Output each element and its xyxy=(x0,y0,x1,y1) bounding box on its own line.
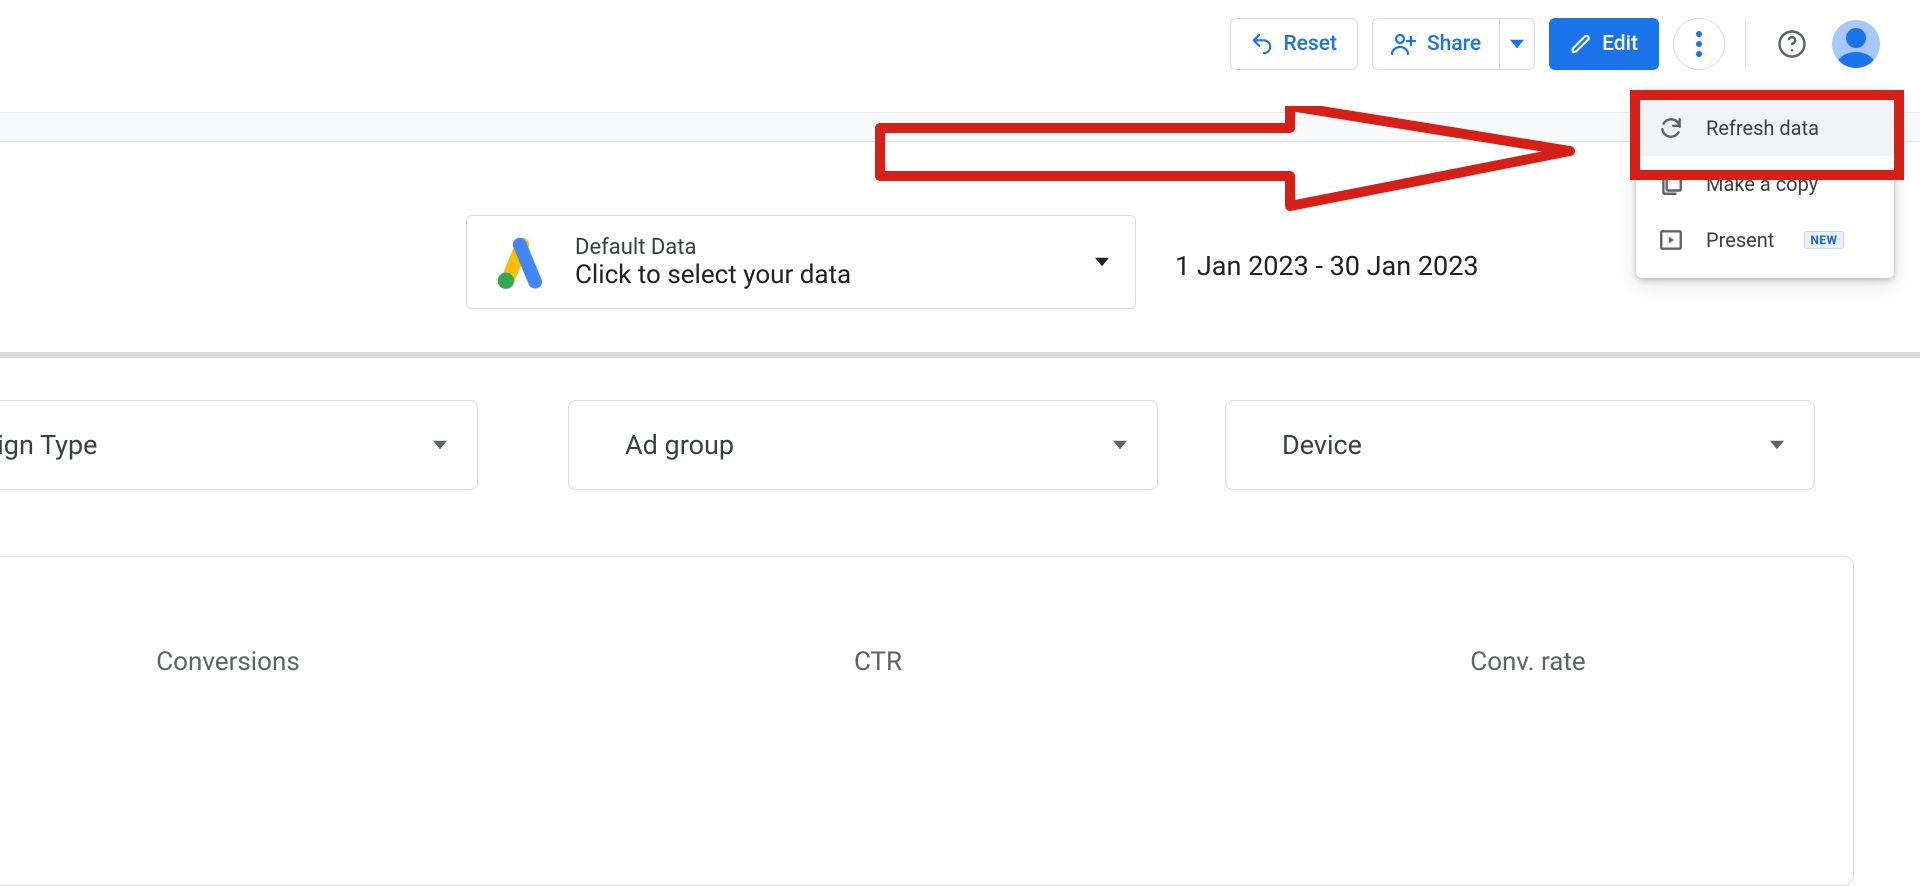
scorecard-container: Conversions CTR Conv. rate xyxy=(0,556,1854,886)
share-dropdown-button[interactable] xyxy=(1499,19,1534,69)
chevron-down-icon xyxy=(1095,257,1109,267)
account-avatar[interactable] xyxy=(1832,20,1880,68)
menu-item-label: Make a copy xyxy=(1706,172,1818,196)
filter-label: ampaign Type xyxy=(0,429,97,461)
menu-item-label: Present xyxy=(1706,228,1774,252)
scorecard-title: Conversions xyxy=(156,647,299,677)
filter-campaign-type[interactable]: ampaign Type xyxy=(0,400,478,490)
scorecard-title: CTR xyxy=(854,647,902,677)
reset-label: Reset xyxy=(1283,32,1337,56)
filter-ad-group[interactable]: Ad group xyxy=(568,400,1158,490)
date-range-label: 1 Jan 2023 - 30 Jan 2023 xyxy=(1175,250,1479,282)
edit-button[interactable]: Edit xyxy=(1549,18,1659,70)
chevron-down-icon xyxy=(1113,440,1127,450)
divider xyxy=(1745,22,1746,66)
present-icon xyxy=(1658,227,1684,253)
undo-icon xyxy=(1251,33,1273,55)
more-options-menu: Refresh data Make a copy Present NEW xyxy=(1636,90,1894,278)
divider-bar xyxy=(0,352,1920,358)
filter-label: Device xyxy=(1282,429,1362,461)
scorecard-ctr: CTR xyxy=(553,557,1203,885)
chevron-down-icon xyxy=(1770,440,1784,450)
data-source-title: Default Data xyxy=(575,235,1069,260)
person-add-icon xyxy=(1391,33,1417,55)
top-toolbar: Reset Share Edit xyxy=(1230,15,1880,73)
menu-item-label: Refresh data xyxy=(1706,116,1819,140)
menu-item-present[interactable]: Present NEW xyxy=(1636,212,1894,268)
share-button[interactable]: Share xyxy=(1373,19,1499,69)
menu-item-make-copy[interactable]: Make a copy xyxy=(1636,156,1894,212)
share-label: Share xyxy=(1427,32,1481,56)
google-ads-icon xyxy=(493,234,549,290)
help-icon xyxy=(1777,29,1807,59)
copy-icon xyxy=(1658,171,1684,197)
chevron-down-icon xyxy=(433,440,447,450)
filter-label: Ad group xyxy=(625,429,734,461)
menu-item-refresh-data[interactable]: Refresh data xyxy=(1636,100,1894,156)
scorecard-conv-rate: Conv. rate xyxy=(1203,557,1853,885)
tab-strip-bg xyxy=(0,112,1920,142)
data-source-subtitle: Click to select your data xyxy=(575,260,1069,290)
more-options-button[interactable] xyxy=(1673,18,1725,70)
data-source-text: Default Data Click to select your data xyxy=(575,235,1069,290)
scorecard-conversions: Conversions xyxy=(0,557,553,885)
new-badge: NEW xyxy=(1804,231,1843,249)
filter-device[interactable]: Device xyxy=(1225,400,1815,490)
help-button[interactable] xyxy=(1766,18,1818,70)
chevron-down-icon xyxy=(1510,37,1524,51)
filter-row: ampaign Type Ad group Device xyxy=(0,400,1854,510)
pencil-icon xyxy=(1570,33,1592,55)
reset-button[interactable]: Reset xyxy=(1230,18,1358,70)
data-source-selector[interactable]: Default Data Click to select your data xyxy=(466,215,1136,309)
scorecard-title: Conv. rate xyxy=(1470,647,1585,677)
edit-label: Edit xyxy=(1602,32,1638,56)
more-vert-icon xyxy=(1696,31,1702,57)
refresh-icon xyxy=(1658,115,1684,141)
share-button-group: Share xyxy=(1372,18,1535,70)
